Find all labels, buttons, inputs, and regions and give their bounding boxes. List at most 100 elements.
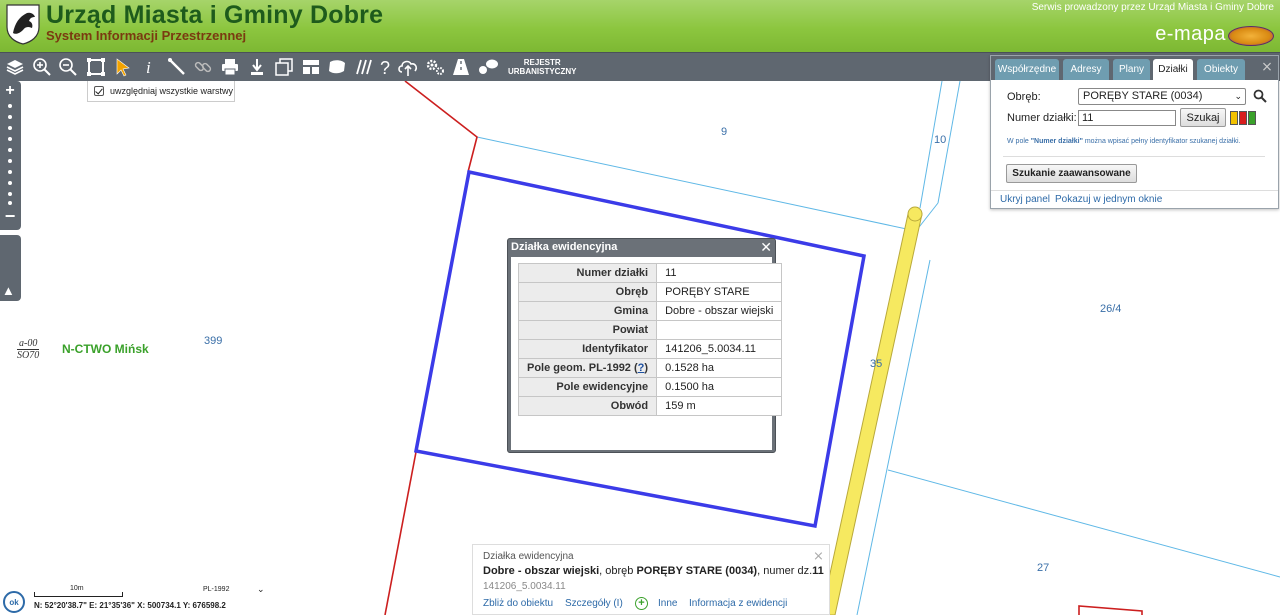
svg-text:i: i — [146, 58, 151, 77]
attr-key: Numer działki — [517, 263, 658, 283]
cursor-coordinates: N: 52°20'38.7" E: 21°35'36" X: 500734.1 … — [34, 601, 226, 610]
other-link[interactable]: Inne — [658, 598, 677, 609]
search-hint: W pole "Numer działki" można wpisać pełn… — [1007, 138, 1241, 145]
all-layers-label: uwzględniaj wszystkie warstwy — [110, 86, 234, 96]
map-label: 35 — [870, 358, 883, 370]
layers-panel-tab[interactable]: ▶ Warstwy — [0, 235, 63, 301]
status-color-red[interactable] — [1239, 111, 1247, 125]
zoom-out-icon[interactable] — [57, 56, 79, 78]
attr-value: PORĘBY STARE — [656, 282, 783, 302]
attr-key: Pole ewidencyjne — [517, 377, 658, 397]
layout-icon[interactable] — [300, 56, 322, 78]
print-icon[interactable] — [219, 56, 241, 78]
dialog-title[interactable]: Działka ewidencyjna — [511, 241, 617, 253]
table-row: Pole ewidencyjne 0.1500 ha — [517, 377, 783, 397]
attribute-table: Numer działki 11 Obręb PORĘBY STARE Gmina D… — [517, 263, 783, 416]
search-button[interactable]: Szukaj — [1180, 108, 1226, 127]
zoom-plus-icon[interactable]: + — [3, 83, 17, 99]
copy-icon[interactable] — [273, 56, 295, 78]
comments-icon[interactable] — [477, 56, 499, 78]
scale-label: 10m — [70, 585, 84, 592]
parcel-number-input[interactable]: 11 — [1078, 110, 1176, 126]
info-icon[interactable]: i — [139, 56, 161, 78]
status-color-yellow[interactable] — [1230, 111, 1238, 125]
selection-info-card: Działka ewidencyjna ⨯ Dobre - obszar wie… — [472, 544, 830, 615]
tab-plany[interactable]: Plany — [1113, 59, 1150, 80]
full-extent-icon[interactable] — [85, 56, 107, 78]
zoom-minus-icon[interactable]: − — [3, 207, 17, 225]
zoom-in-icon[interactable] — [31, 56, 53, 78]
table-row: Pole geom. PL-1992 (?) 0.1528 ha — [517, 358, 783, 378]
obreb-select[interactable]: PORĘBY STARE (0034) ⌄ — [1078, 88, 1246, 105]
zoom-slider[interactable]: + − — [0, 81, 21, 230]
attr-value: 159 m — [656, 396, 783, 416]
panel-close-icon[interactable]: ⨯ — [1260, 59, 1274, 73]
search-icon[interactable] — [1253, 89, 1267, 103]
add-icon[interactable]: + — [635, 597, 648, 610]
registry-info-link[interactable]: Informacja z ewidencji — [689, 598, 787, 609]
zoom-level-dot[interactable] — [8, 170, 12, 174]
urban-register-button[interactable]: REJESTR URBANISTYCZNY — [508, 58, 576, 76]
download-icon[interactable] — [246, 56, 268, 78]
area-help-link[interactable]: ? — [638, 362, 645, 374]
table-row: Identyfikator 141206_5.0034.11 — [517, 339, 783, 359]
fraction-top: a-00 — [17, 338, 40, 350]
zoom-level-dot[interactable] — [8, 201, 12, 205]
layers-icon[interactable] — [4, 56, 26, 78]
status-color-green[interactable] — [1248, 111, 1256, 125]
search-panel: Współrzędne Adresy Plany Działki Obiekty… — [990, 55, 1279, 209]
crs-select[interactable]: PL-1992 — [203, 586, 229, 593]
forest-district-label: N-CTWO Mińsk — [62, 342, 149, 356]
hide-panel-link[interactable]: Ukryj panel — [1000, 194, 1050, 205]
urban-register-line2: URBANISTYCZNY — [508, 67, 577, 76]
zoom-level-dot[interactable] — [8, 192, 12, 196]
zoom-level-dot[interactable] — [8, 181, 12, 185]
zoom-level-dot[interactable] — [8, 126, 12, 130]
road-icon[interactable] — [450, 56, 472, 78]
chevron-down-icon[interactable]: ⌄ — [257, 584, 265, 595]
app-subtitle: System Informacji Przestrzennej — [46, 28, 247, 43]
chevron-down-icon: ⌄ — [1234, 91, 1242, 101]
hatch-icon[interactable] — [352, 56, 374, 78]
shape-icon[interactable] — [326, 56, 348, 78]
tab-wspolrzedne[interactable]: Współrzędne — [995, 59, 1059, 80]
all-layers-option[interactable]: uwzględniaj wszystkie warstwy — [87, 81, 235, 102]
zoom-level-dot[interactable] — [8, 104, 12, 108]
zoom-level-dot[interactable] — [8, 159, 12, 163]
close-icon[interactable]: ✕ — [760, 240, 772, 254]
zoom-to-feature-link[interactable]: Zbliż do obiektu — [483, 598, 553, 609]
attr-key: Identyfikator — [517, 339, 658, 359]
parcel-info-dialog: Działka ewidencyjna ✕ Numer działki 11 Ob… — [507, 238, 783, 453]
table-row: Obręb PORĘBY STARE — [517, 282, 783, 302]
table-row: Obwód 159 m — [517, 396, 783, 416]
single-window-link[interactable]: Pokazuj w jednym oknie — [1055, 194, 1162, 205]
attr-value: 0.1500 ha — [656, 377, 783, 397]
map-label: 10 — [934, 134, 947, 146]
tab-dzialki[interactable]: Działki — [1153, 59, 1193, 80]
map-symbol-fraction: a-00 SO70 — [17, 338, 40, 361]
details-link[interactable]: Szczegóły (I) — [565, 598, 623, 609]
zoom-level-dot[interactable] — [8, 115, 12, 119]
app-title: Urząd Miasta i Gminy Dobre — [46, 1, 384, 29]
select-arrow-icon[interactable] — [112, 56, 134, 78]
search-tabs: Współrzędne Adresy Plany Działki Obiekty… — [991, 56, 1278, 80]
attr-value — [656, 320, 783, 340]
obreb-selected-value: PORĘBY STARE (0034) — [1083, 90, 1203, 102]
crest-logo-icon — [6, 4, 40, 45]
zoom-level-dot[interactable] — [8, 137, 12, 141]
attr-key: Gmina — [517, 301, 658, 321]
table-row: Gmina Dobre - obszar wiejski — [517, 301, 783, 321]
close-icon[interactable]: ⨯ — [813, 549, 825, 562]
help-icon[interactable]: ? — [375, 56, 397, 78]
tab-obiekty[interactable]: Obiekty — [1197, 59, 1245, 80]
link-icon[interactable] — [192, 56, 214, 78]
settings-gears-icon[interactable] — [424, 56, 446, 78]
cloud-upload-icon[interactable] — [397, 56, 419, 78]
tab-adresy[interactable]: Adresy — [1063, 59, 1109, 80]
all-layers-checkbox[interactable] — [94, 86, 104, 96]
ok-button[interactable]: ok — [3, 591, 25, 613]
measure-distance-icon[interactable] — [166, 56, 188, 78]
service-note: Serwis prowadzony przez Urząd Miasta i G… — [1031, 2, 1274, 13]
advanced-search-button[interactable]: Szukanie zaawansowane — [1006, 164, 1137, 183]
zoom-level-dot[interactable] — [8, 148, 12, 152]
